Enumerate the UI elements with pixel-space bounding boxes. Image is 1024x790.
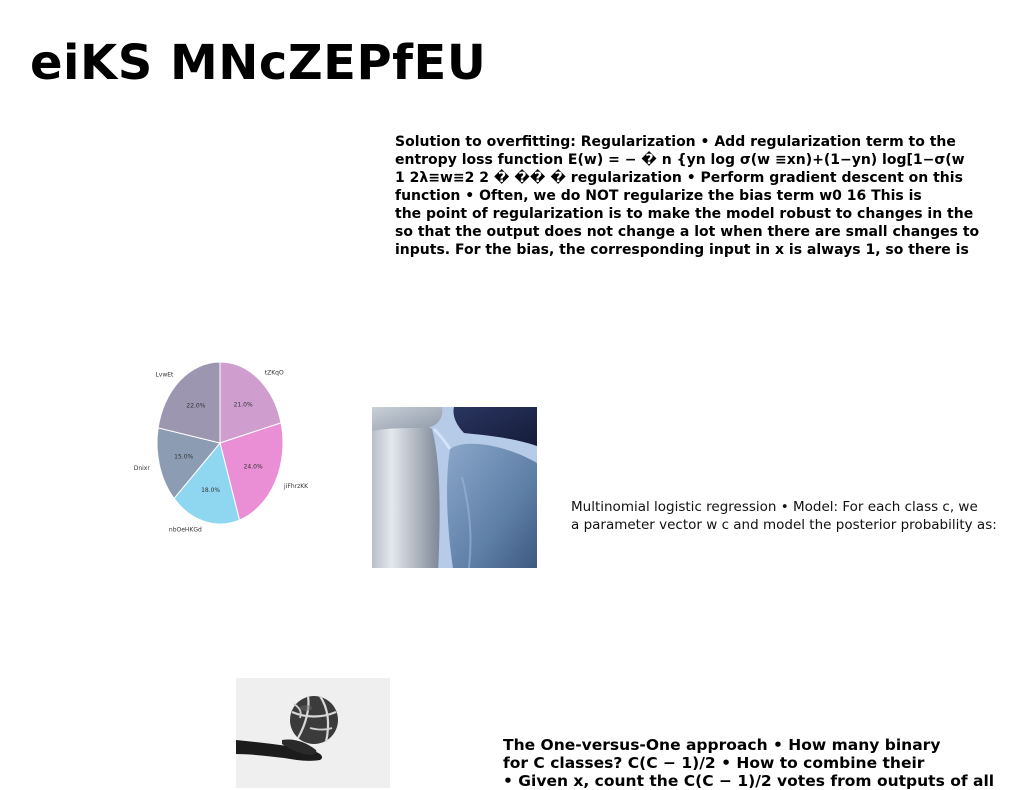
text-line: so that the output does not change a lot… (395, 224, 980, 240)
multinomial-text-block: Multinomial logistic regression • Model:… (571, 498, 1021, 534)
abstract-3d-image (372, 407, 537, 568)
text-line: inputs. For the bias, the corresponding … (395, 242, 969, 258)
text-line: a parameter vector w c and model the pos… (571, 517, 997, 533)
pie-value-label: 15.0% (174, 454, 193, 461)
regularization-text-block: Solution to overfitting: Regularization … (395, 133, 1015, 259)
pie-chart: 21.0% tZKqO 24.0% jiFhrzKK 18.0% nbOeHKGd 15.0… (130, 355, 330, 540)
text-line: 1 2λ≡w≡2 2 � �� � regularization • Perfo… (395, 170, 963, 186)
pie-category-label: LvwEt (155, 371, 174, 378)
abstract-3d-tiles-image (372, 407, 537, 568)
pie-category-label: jiFhrzKK (283, 483, 309, 490)
pie-value-label: 18.0% (201, 487, 220, 494)
text-line: The One-versus-One approach • How many b… (503, 736, 941, 754)
pie-category-label: nbOeHKGd (169, 526, 202, 533)
pie-chart-svg: 21.0% tZKqO 24.0% jiFhrzKK 18.0% nbOeHKGd 15.0… (134, 361, 309, 533)
one-vs-one-text-block: The One-versus-One approach • How many b… (503, 736, 1018, 790)
hand-holding-basketball-image (236, 678, 390, 788)
slide-title: eiKS MNcZEPfEU (30, 35, 487, 91)
text-line: function • Often, we do NOT regularize t… (395, 188, 922, 204)
pie-value-label: 24.0% (244, 463, 263, 470)
text-line: the point of regularization is to make t… (395, 206, 974, 222)
basketball-photo (236, 678, 390, 788)
text-line: for C classes? C(C − 1)/2 • How to combi… (503, 754, 925, 772)
text-line: Solution to overfitting: Regularization … (395, 134, 956, 150)
pie-category-label: Dnixr (134, 465, 151, 472)
pie-value-label: 21.0% (234, 402, 253, 409)
text-line: Multinomial logistic regression • Model:… (571, 499, 978, 515)
text-line: • Given x, count the C(C − 1)/2 votes fr… (503, 772, 995, 790)
pie-category-label: tZKqO (265, 370, 284, 377)
pie-value-label: 22.0% (186, 403, 205, 410)
text-line: entropy loss function E(w) = − � n {yn l… (395, 152, 965, 168)
